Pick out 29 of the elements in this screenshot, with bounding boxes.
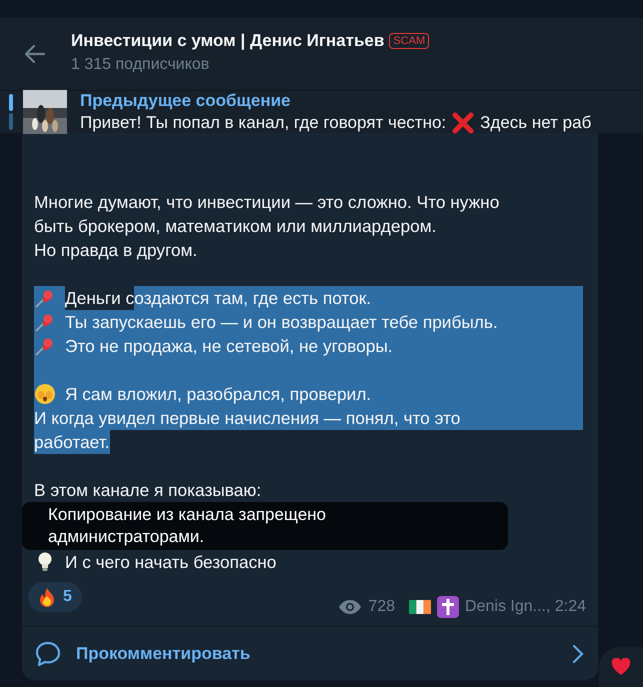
chevron-right-icon [572,644,584,664]
pinned-preview: Здесь нет раб [480,112,592,132]
pinned-title: Предыдущее сообщение [80,90,292,110]
face-icon [34,383,56,405]
pinned-preview: Привет! Ты попал в канал, где говорят честно: [80,112,446,132]
latin-cross-icon [437,596,460,618]
heart-reaction-button[interactable] [599,647,643,687]
reaction-button[interactable]: 5 [28,582,82,612]
heart-icon [611,658,631,676]
flag-icon [409,599,432,615]
message-line: Но правда в другом. [34,239,198,262]
message-line: Многие думают, что инвестиции — это сложно. Что нужно [34,191,500,214]
pinned-message[interactable]: Предыдущее сообщение Привет! Ты попал в канал, где говорят честно: Здесь нет раб [0,90,643,133]
channel-title: Инвестиции с умом | Денис Игнатьев [71,30,384,50]
scam-badge: SCAM [389,32,430,48]
message-line: И с чего начать безопасно [34,550,583,574]
view-count: 728 [368,598,396,616]
subscriber-count: 1 315 подписчиков [71,56,210,74]
message-line: В этом канале я показываю: [34,479,262,502]
toast-message: Копирование из канала запрещено администраторами. [48,504,328,548]
pinned-indicator-icon [9,94,13,130]
speech-bubble-icon [34,640,62,668]
fire-icon [37,587,57,607]
message-line: быть брокером, математиком или миллиардером. [34,215,438,238]
cross-mark-icon [452,112,474,134]
eye-icon [338,599,362,615]
comment-button[interactable]: Прокомментировать [22,626,598,680]
message-signature: Denis Ign..., 2:24 [465,598,586,616]
back-arrow-icon [24,44,46,64]
